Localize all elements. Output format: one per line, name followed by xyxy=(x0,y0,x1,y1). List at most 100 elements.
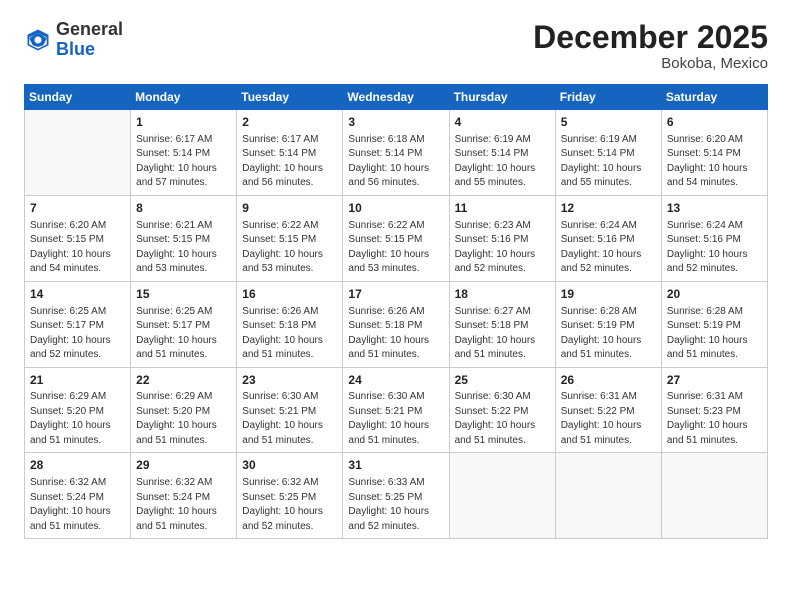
calendar-header-row: SundayMondayTuesdayWednesdayThursdayFrid… xyxy=(25,85,768,110)
day-info: Sunrise: 6:31 AM Sunset: 5:23 PM Dayligh… xyxy=(667,390,762,448)
day-number: 24 xyxy=(348,372,443,389)
day-info: Sunrise: 6:17 AM Sunset: 5:14 PM Dayligh… xyxy=(136,133,231,191)
day-info: Sunrise: 6:19 AM Sunset: 5:14 PM Dayligh… xyxy=(455,133,550,191)
day-number: 9 xyxy=(242,200,337,217)
calendar-cell: 24Sunrise: 6:30 AM Sunset: 5:21 PM Dayli… xyxy=(343,367,449,453)
day-info: Sunrise: 6:26 AM Sunset: 5:18 PM Dayligh… xyxy=(348,305,443,363)
calendar-cell: 6 Sunrise: 6:20 AM Sunset: 5:14 PM Daylig… xyxy=(661,110,767,196)
calendar-cell: 25Sunrise: 6:30 AM Sunset: 5:22 PM Dayli… xyxy=(449,367,555,453)
calendar-week-5: 28 Sunrise: 6:32 AM Sunset: 5:24 PM Dayli… xyxy=(25,453,768,539)
day-number: 10 xyxy=(348,200,443,217)
day-header-tuesday: Tuesday xyxy=(237,85,343,110)
calendar-cell: 23Sunrise: 6:30 AM Sunset: 5:21 PM Dayli… xyxy=(237,367,343,453)
calendar-cell: 26Sunrise: 6:31 AM Sunset: 5:22 PM Dayli… xyxy=(555,367,661,453)
day-info: Sunrise: 6:24 AM Sunset: 5:16 PM Dayligh… xyxy=(667,219,762,277)
day-number: 5 xyxy=(561,114,656,131)
day-info: Sunrise: 6:30 AM Sunset: 5:21 PM Dayligh… xyxy=(242,390,337,448)
day-number: 26 xyxy=(561,372,656,389)
day-number: 1 xyxy=(136,114,231,131)
calendar-cell: 5 Sunrise: 6:19 AM Sunset: 5:14 PM Daylig… xyxy=(555,110,661,196)
day-header-sunday: Sunday xyxy=(25,85,131,110)
day-info: Sunrise: 6:20 AM Sunset: 5:14 PM Dayligh… xyxy=(667,133,762,191)
calendar-cell: 16 Sunrise: 6:26 AM Sunset: 5:18 PM Dayli… xyxy=(237,281,343,367)
calendar-cell: 2Sunrise: 6:17 AM Sunset: 5:14 PM Daylig… xyxy=(237,110,343,196)
day-number: 8 xyxy=(136,200,231,217)
page: General Blue December 2025 Bokoba, Mexic… xyxy=(0,0,792,612)
calendar-cell: 27Sunrise: 6:31 AM Sunset: 5:23 PM Dayli… xyxy=(661,367,767,453)
day-number: 18 xyxy=(455,286,550,303)
day-number: 25 xyxy=(455,372,550,389)
day-info: Sunrise: 6:19 AM Sunset: 5:14 PM Dayligh… xyxy=(561,133,656,191)
day-header-thursday: Thursday xyxy=(449,85,555,110)
calendar-cell: 8 Sunrise: 6:21 AM Sunset: 5:15 PM Daylig… xyxy=(131,195,237,281)
day-number: 15 xyxy=(136,286,231,303)
logo-blue: Blue xyxy=(56,39,95,59)
calendar-cell: 31Sunrise: 6:33 AM Sunset: 5:25 PM Dayli… xyxy=(343,453,449,539)
day-header-saturday: Saturday xyxy=(661,85,767,110)
calendar-cell: 29 Sunrise: 6:32 AM Sunset: 5:24 PM Dayli… xyxy=(131,453,237,539)
calendar-cell: 7 Sunrise: 6:20 AM Sunset: 5:15 PM Daylig… xyxy=(25,195,131,281)
logo: General Blue xyxy=(24,20,123,60)
day-info: Sunrise: 6:18 AM Sunset: 5:14 PM Dayligh… xyxy=(348,133,443,191)
day-info: Sunrise: 6:31 AM Sunset: 5:22 PM Dayligh… xyxy=(561,390,656,448)
calendar-cell: 12 Sunrise: 6:24 AM Sunset: 5:16 PM Dayli… xyxy=(555,195,661,281)
calendar-cell xyxy=(661,453,767,539)
calendar-cell: 3 Sunrise: 6:18 AM Sunset: 5:14 PM Daylig… xyxy=(343,110,449,196)
calendar-cell: 17 Sunrise: 6:26 AM Sunset: 5:18 PM Dayli… xyxy=(343,281,449,367)
day-info: Sunrise: 6:24 AM Sunset: 5:16 PM Dayligh… xyxy=(561,219,656,277)
day-number: 17 xyxy=(348,286,443,303)
day-info: Sunrise: 6:23 AM Sunset: 5:16 PM Dayligh… xyxy=(455,219,550,277)
calendar-cell: 20 Sunrise: 6:28 AM Sunset: 5:19 PM Dayli… xyxy=(661,281,767,367)
header: General Blue December 2025 Bokoba, Mexic… xyxy=(24,20,768,72)
day-number: 13 xyxy=(667,200,762,217)
day-header-monday: Monday xyxy=(131,85,237,110)
logo-text: General Blue xyxy=(56,20,123,60)
day-header-wednesday: Wednesday xyxy=(343,85,449,110)
calendar-table: SundayMondayTuesdayWednesdayThursdayFrid… xyxy=(24,84,768,539)
calendar-cell: 28Sunrise: 6:32 AM Sunset: 5:24 PM Dayli… xyxy=(25,453,131,539)
calendar-cell: 11Sunrise: 6:23 AM Sunset: 5:16 PM Dayli… xyxy=(449,195,555,281)
day-number: 16 xyxy=(242,286,337,303)
day-number: 29 xyxy=(136,457,231,474)
location: Bokoba, Mexico xyxy=(533,55,768,72)
day-info: Sunrise: 6:28 AM Sunset: 5:19 PM Dayligh… xyxy=(667,305,762,363)
day-info: Sunrise: 6:32 AM Sunset: 5:24 PM Dayligh… xyxy=(136,476,231,534)
day-info: Sunrise: 6:26 AM Sunset: 5:18 PM Dayligh… xyxy=(242,305,337,363)
day-number: 27 xyxy=(667,372,762,389)
day-number: 6 xyxy=(667,114,762,131)
calendar-cell: 19Sunrise: 6:28 AM Sunset: 5:19 PM Dayli… xyxy=(555,281,661,367)
day-info: Sunrise: 6:30 AM Sunset: 5:22 PM Dayligh… xyxy=(455,390,550,448)
day-info: Sunrise: 6:21 AM Sunset: 5:15 PM Dayligh… xyxy=(136,219,231,277)
day-info: Sunrise: 6:22 AM Sunset: 5:15 PM Dayligh… xyxy=(242,219,337,277)
calendar-cell: 21Sunrise: 6:29 AM Sunset: 5:20 PM Dayli… xyxy=(25,367,131,453)
day-info: Sunrise: 6:22 AM Sunset: 5:15 PM Dayligh… xyxy=(348,219,443,277)
day-number: 14 xyxy=(30,286,125,303)
day-info: Sunrise: 6:30 AM Sunset: 5:21 PM Dayligh… xyxy=(348,390,443,448)
day-number: 21 xyxy=(30,372,125,389)
calendar-cell: 1 Sunrise: 6:17 AM Sunset: 5:14 PM Daylig… xyxy=(131,110,237,196)
day-number: 3 xyxy=(348,114,443,131)
day-info: Sunrise: 6:28 AM Sunset: 5:19 PM Dayligh… xyxy=(561,305,656,363)
calendar-cell xyxy=(25,110,131,196)
calendar-week-2: 7 Sunrise: 6:20 AM Sunset: 5:15 PM Daylig… xyxy=(25,195,768,281)
day-number: 28 xyxy=(30,457,125,474)
calendar-cell: 13 Sunrise: 6:24 AM Sunset: 5:16 PM Dayli… xyxy=(661,195,767,281)
day-number: 22 xyxy=(136,372,231,389)
day-info: Sunrise: 6:20 AM Sunset: 5:15 PM Dayligh… xyxy=(30,219,125,277)
day-number: 20 xyxy=(667,286,762,303)
day-info: Sunrise: 6:25 AM Sunset: 5:17 PM Dayligh… xyxy=(136,305,231,363)
calendar-week-3: 14 Sunrise: 6:25 AM Sunset: 5:17 PM Dayli… xyxy=(25,281,768,367)
day-number: 12 xyxy=(561,200,656,217)
day-info: Sunrise: 6:25 AM Sunset: 5:17 PM Dayligh… xyxy=(30,305,125,363)
logo-general: General xyxy=(56,19,123,39)
calendar-cell: 18Sunrise: 6:27 AM Sunset: 5:18 PM Dayli… xyxy=(449,281,555,367)
calendar-cell xyxy=(449,453,555,539)
title-block: December 2025 Bokoba, Mexico xyxy=(533,20,768,72)
calendar-cell: 4Sunrise: 6:19 AM Sunset: 5:14 PM Daylig… xyxy=(449,110,555,196)
calendar-cell: 30Sunrise: 6:32 AM Sunset: 5:25 PM Dayli… xyxy=(237,453,343,539)
day-number: 30 xyxy=(242,457,337,474)
calendar-cell: 15 Sunrise: 6:25 AM Sunset: 5:17 PM Dayli… xyxy=(131,281,237,367)
calendar-week-4: 21Sunrise: 6:29 AM Sunset: 5:20 PM Dayli… xyxy=(25,367,768,453)
day-header-friday: Friday xyxy=(555,85,661,110)
day-number: 7 xyxy=(30,200,125,217)
